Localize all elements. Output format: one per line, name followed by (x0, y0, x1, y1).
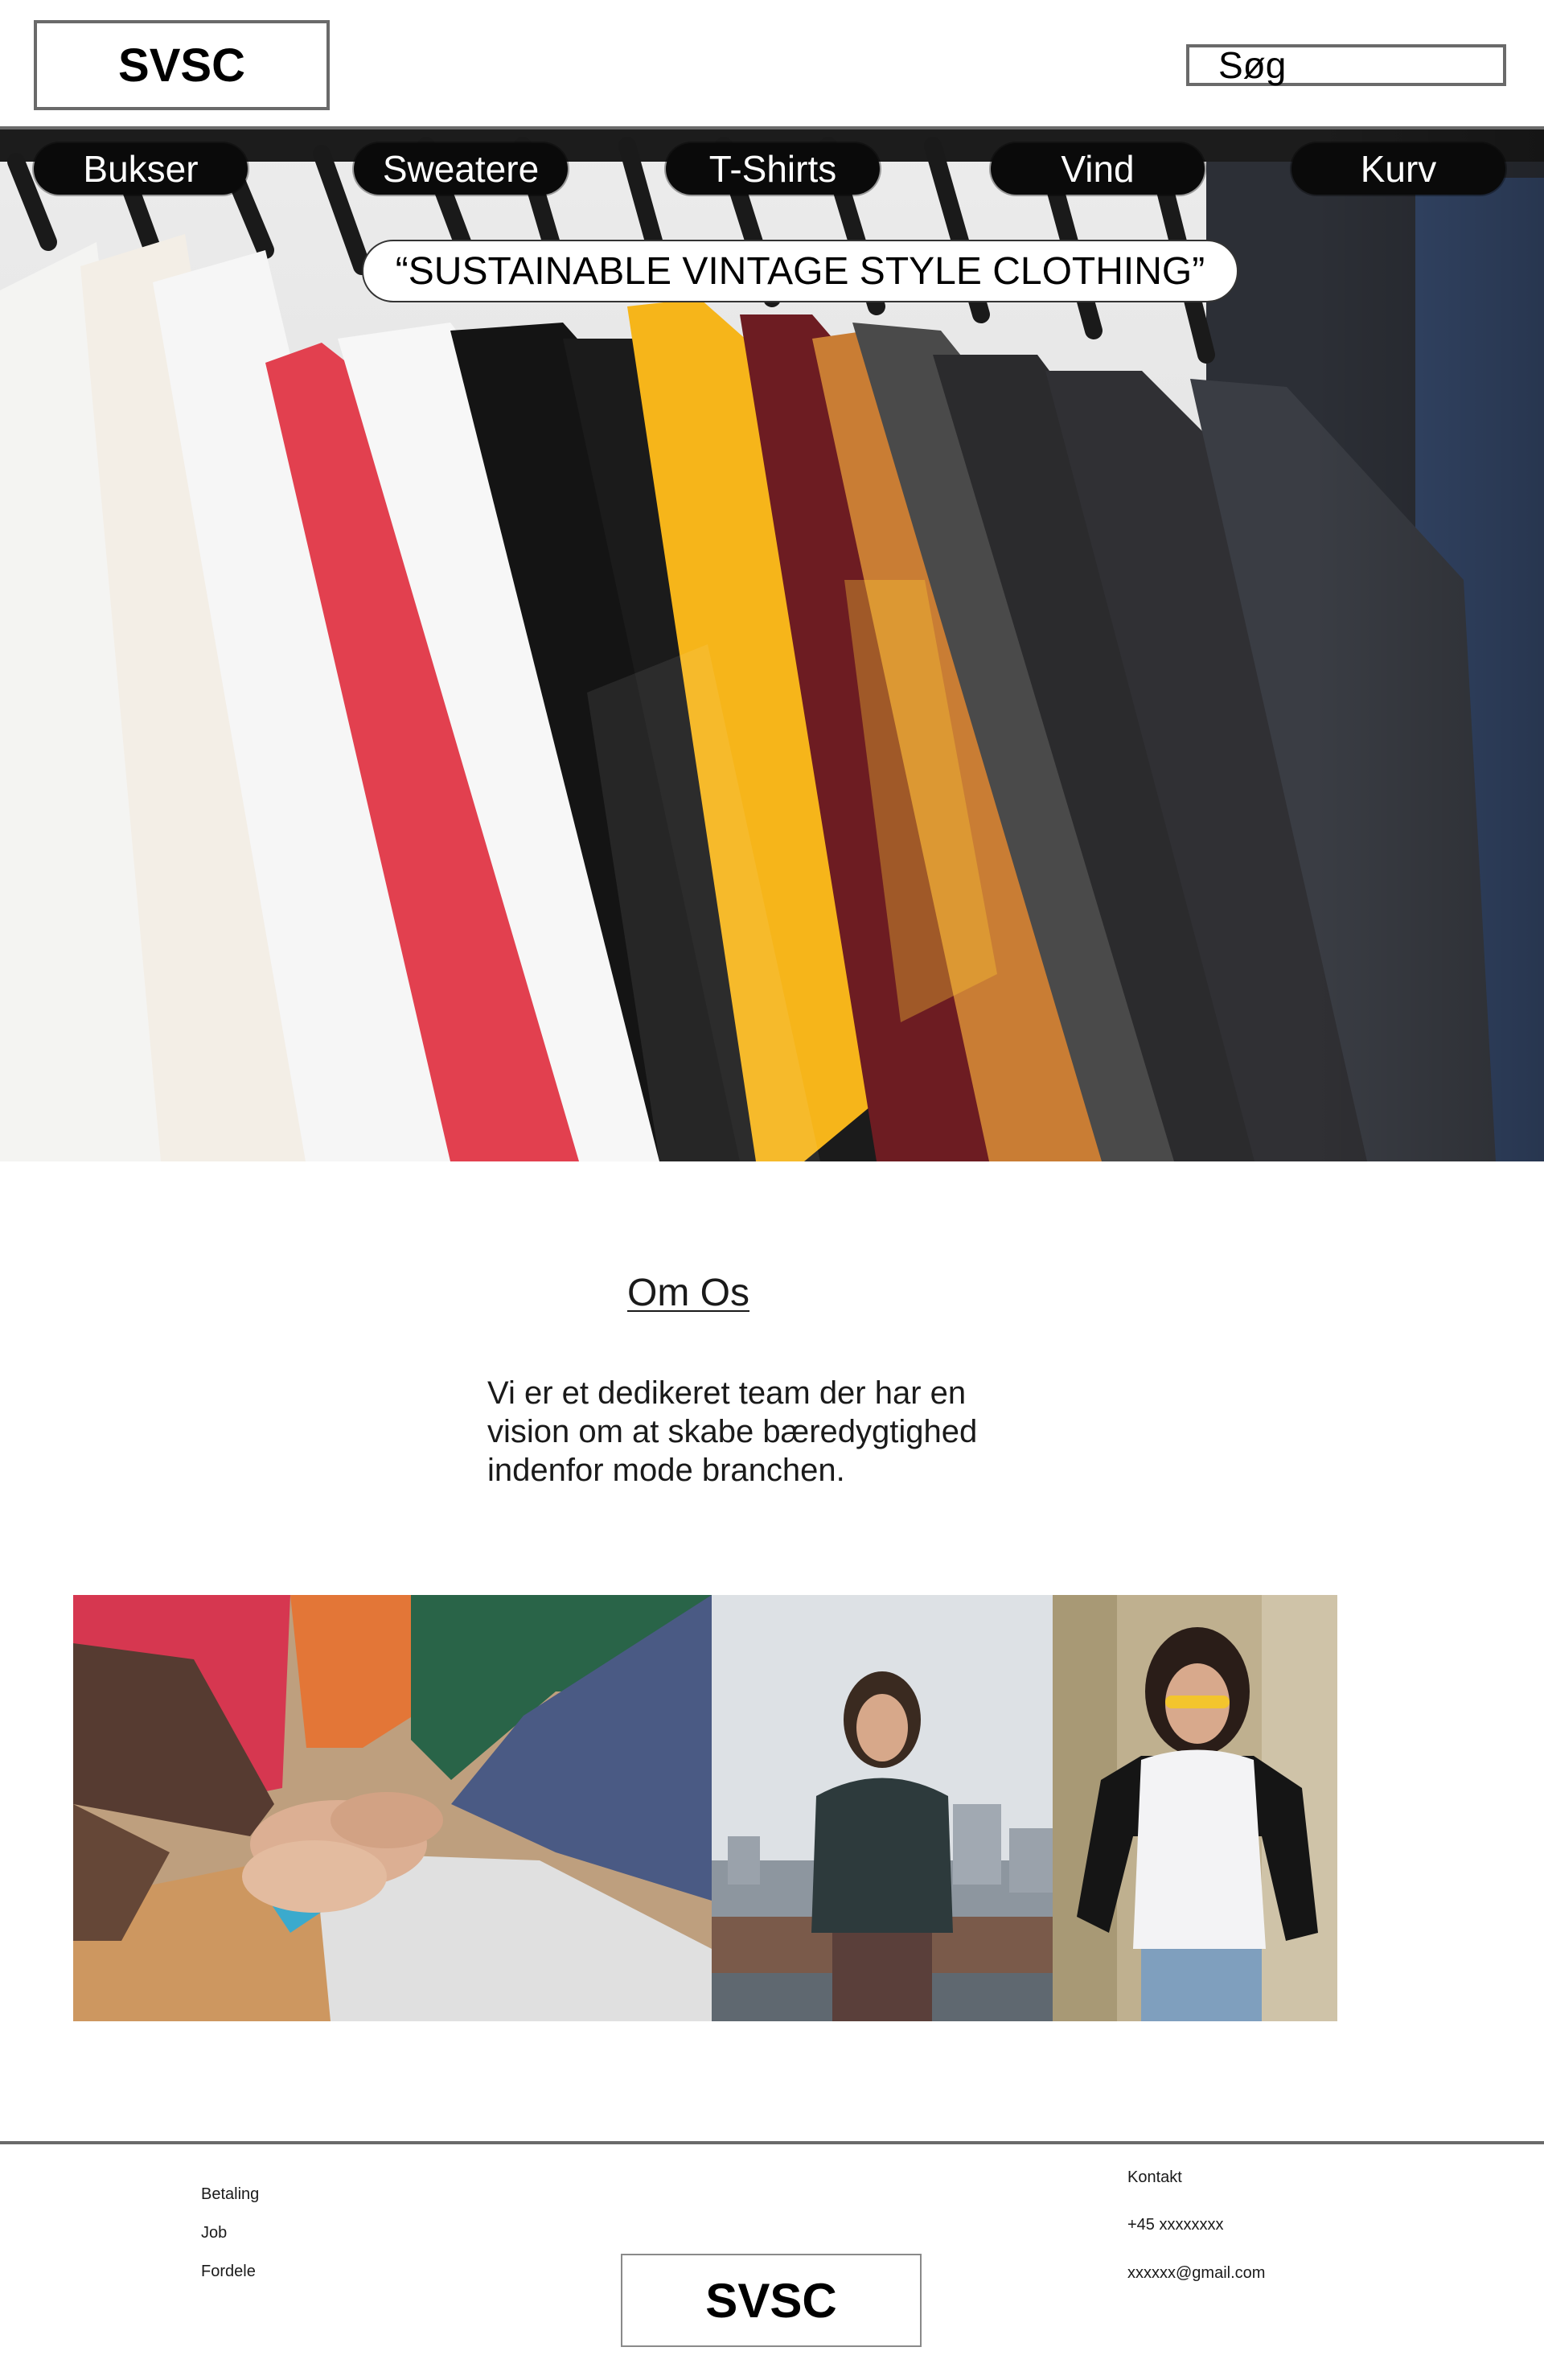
footer-logo[interactable]: SVSC (621, 2254, 922, 2347)
footer-divider (0, 2141, 1544, 2144)
nav-item-t-shirts[interactable]: T-Shirts (666, 143, 880, 195)
woman-in-tshirt-photo (1053, 1595, 1337, 2021)
nav-item-sweatere[interactable]: Sweatere (354, 143, 568, 195)
contact-title: Kontakt (1127, 2168, 1182, 2186)
search-input[interactable]: Søg (1186, 44, 1506, 86)
logo[interactable]: SVSC (34, 20, 330, 110)
footer-link-betaling[interactable]: Betaling (201, 2185, 259, 2204)
footer-link-fordele[interactable]: Fordele (201, 2263, 256, 2281)
footer-link-job[interactable]: Job (201, 2224, 227, 2242)
about-text: Vi er et dedikeret team der har en visio… (487, 1375, 978, 1488)
man-in-sweater-photo (712, 1595, 1053, 2021)
nav-item-kurv[interactable]: Kurv (1291, 143, 1505, 195)
contact-phone: +45 xxxxxxxx (1127, 2216, 1224, 2234)
about-title: Om Os (627, 1272, 749, 1314)
nav-item-vind[interactable]: Vind (991, 143, 1205, 195)
hero-tagline: “SUSTAINABLE VINTAGE STYLE CLOTHING” (362, 240, 1238, 302)
team-hands-photo (73, 1595, 712, 2021)
contact-email[interactable]: xxxxxx@gmail.com (1127, 2264, 1265, 2283)
nav-item-bukser[interactable]: Bukser (34, 143, 248, 195)
search-label: Søg (1218, 44, 1287, 86)
